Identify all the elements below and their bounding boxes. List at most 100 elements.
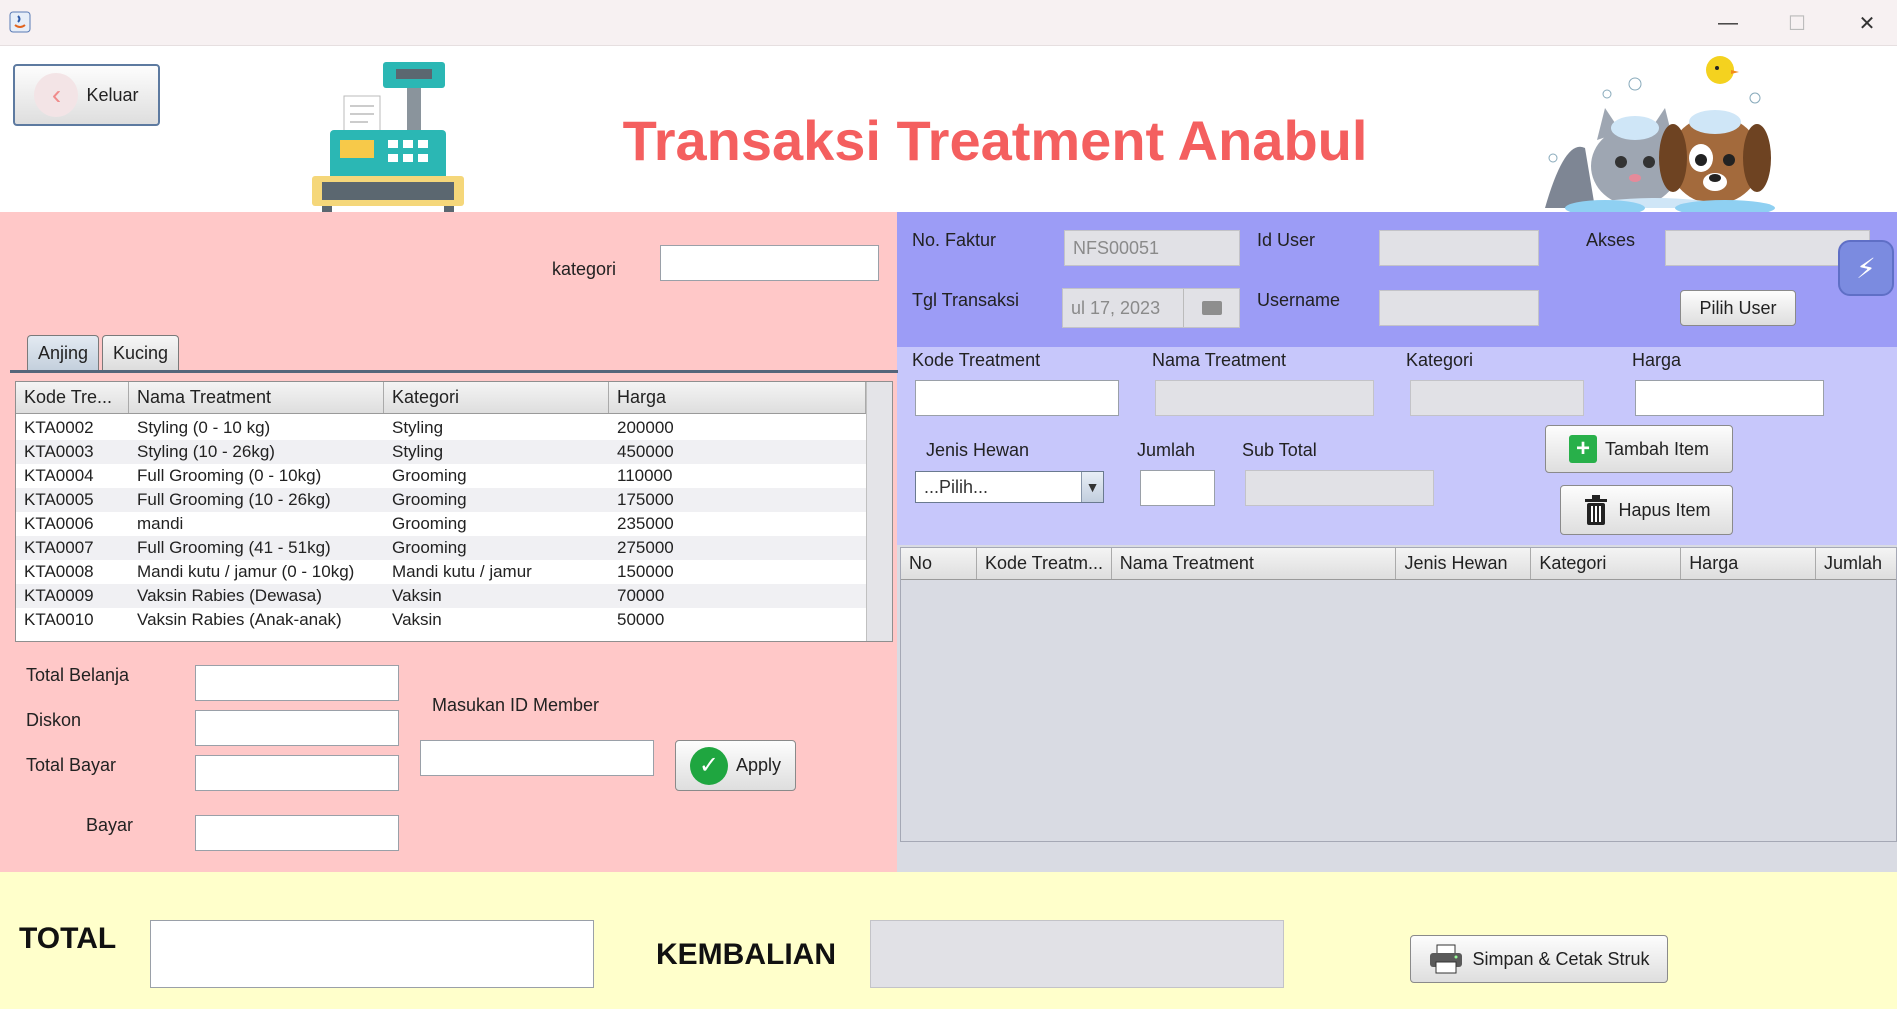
table-cell: 70000 bbox=[617, 586, 665, 605]
keluar-label: Keluar bbox=[86, 84, 139, 105]
page-title: Transaksi Treatment Anabul bbox=[622, 109, 1368, 172]
table-cell: KTA0006 bbox=[24, 514, 94, 533]
username-field[interactable] bbox=[1379, 290, 1539, 326]
id-user-field[interactable] bbox=[1379, 230, 1539, 266]
simpan-cetak-button[interactable]: Simpan & Cetak Struk bbox=[1410, 935, 1668, 983]
cart-table[interactable]: No Kode Treatm... Nama Treatment Jenis H… bbox=[900, 547, 1897, 842]
kembalian-field[interactable] bbox=[870, 920, 1284, 988]
table-cell: Grooming bbox=[392, 490, 467, 509]
maximize-button[interactable]: ☐ bbox=[1762, 0, 1832, 46]
harga-field[interactable] bbox=[1635, 380, 1824, 416]
tgl-transaksi-field[interactable]: ul 17, 2023 bbox=[1062, 288, 1240, 328]
keluar-button[interactable]: ‹ Keluar bbox=[13, 64, 160, 126]
table-cell: KTA0007 bbox=[24, 538, 94, 557]
calendar-icon[interactable] bbox=[1183, 289, 1239, 327]
subtotal-field[interactable] bbox=[1245, 470, 1434, 506]
member-id-field[interactable] bbox=[420, 740, 654, 776]
checkmark-icon: ✓ bbox=[689, 746, 728, 785]
cash-register-icon bbox=[308, 60, 468, 214]
total-belanja-label: Total Belanja bbox=[26, 665, 130, 685]
table-cell: KTA0008 bbox=[24, 562, 94, 581]
trash-icon bbox=[1582, 494, 1610, 526]
total-label: TOTAL bbox=[19, 922, 117, 955]
table-cell: 175000 bbox=[617, 490, 674, 509]
jumlah-field[interactable] bbox=[1140, 470, 1215, 506]
cat-dog-bath-icon bbox=[1525, 48, 1795, 216]
window-titlebar: — ☐ ✕ bbox=[0, 0, 1897, 46]
table-cell: Styling bbox=[392, 418, 444, 437]
table-cell: 50000 bbox=[617, 610, 665, 629]
cart-column-kategori[interactable]: Kategori bbox=[1531, 548, 1682, 579]
lightning-icon[interactable]: ⚡ bbox=[1838, 240, 1894, 296]
table-cell: Vaksin Rabies (Dewasa) bbox=[137, 586, 322, 605]
table-row[interactable]: KTA0008 Mandi kutu / jamur (0 - 10kg) Mand… bbox=[16, 560, 866, 584]
table-row[interactable]: KTA0007 Full Grooming (41 - 51kg) Grooming… bbox=[16, 536, 866, 560]
cart-column-jenis-hewan[interactable]: Jenis Hewan bbox=[1396, 548, 1532, 579]
apply-label: Apply bbox=[735, 755, 782, 775]
table-row[interactable]: KTA0004 Full Grooming (0 - 10kg) Grooming 1… bbox=[16, 464, 866, 488]
subtotal-label: Sub Total bbox=[1242, 440, 1317, 460]
cart-column-jumlah[interactable]: Jumlah bbox=[1816, 548, 1896, 579]
hapus-item-button[interactable]: Hapus Item bbox=[1560, 485, 1733, 535]
kategori-entry-field[interactable] bbox=[1410, 380, 1584, 416]
pilih-user-button[interactable]: Pilih User bbox=[1680, 290, 1796, 326]
column-header-kode[interactable]: Kode Tre... bbox=[16, 382, 129, 413]
table-cell: KTA0002 bbox=[24, 418, 94, 437]
cart-column-no[interactable]: No bbox=[901, 548, 977, 579]
total-field[interactable] bbox=[150, 920, 594, 988]
no-faktur-label: No. Faktur bbox=[912, 230, 997, 250]
total-bayar-field[interactable] bbox=[195, 755, 399, 791]
table-row[interactable]: KTA0003 Styling (10 - 26kg) Styling 450000 bbox=[16, 440, 866, 464]
table-cell: mandi bbox=[137, 514, 184, 533]
diskon-field[interactable] bbox=[195, 710, 399, 746]
table-row[interactable]: KTA0009 Vaksin Rabies (Dewasa) Vaksin 70000 bbox=[16, 584, 866, 608]
minimize-button[interactable]: — bbox=[1693, 0, 1763, 46]
tambah-item-button[interactable]: + Tambah Item bbox=[1545, 425, 1733, 473]
bayar-field[interactable] bbox=[195, 815, 399, 851]
table-cell: Grooming bbox=[392, 466, 467, 485]
table-row[interactable]: KTA0010 Vaksin Rabies (Anak-anak) Vaksin 50… bbox=[16, 608, 866, 632]
nama-treatment-field[interactable] bbox=[1155, 380, 1374, 416]
close-button[interactable]: ✕ bbox=[1832, 0, 1897, 46]
table-cell: Full Grooming (0 - 10kg) bbox=[137, 466, 322, 485]
table-cell: Vaksin bbox=[392, 586, 442, 605]
tambah-item-label: Tambah Item bbox=[1604, 438, 1710, 459]
total-bayar-label: Total Bayar bbox=[26, 755, 117, 775]
cart-column-nama[interactable]: Nama Treatment bbox=[1112, 548, 1397, 579]
tab-anjing[interactable]: Anjing bbox=[27, 335, 100, 371]
table-cell: Full Grooming (41 - 51kg) bbox=[137, 538, 331, 557]
table-cell: Styling bbox=[392, 442, 444, 461]
table-row[interactable]: KTA0006 mandi Grooming 235000 bbox=[16, 512, 866, 536]
plus-icon: + bbox=[1568, 435, 1597, 463]
kategori-field[interactable] bbox=[660, 245, 879, 281]
no-faktur-field[interactable]: NFS00051 bbox=[1064, 230, 1240, 266]
table-row[interactable]: KTA0002 Styling (0 - 10 kg) Styling 200000 bbox=[16, 416, 866, 440]
column-header-nama[interactable]: Nama Treatment bbox=[129, 382, 384, 413]
diskon-label: Diskon bbox=[26, 710, 82, 730]
table-row[interactable]: KTA0005 Full Grooming (10 - 26kg) Grooming… bbox=[16, 488, 866, 512]
cart-column-kode[interactable]: Kode Treatm... bbox=[977, 548, 1112, 579]
bayar-label: Bayar bbox=[86, 815, 134, 835]
table-cell: Vaksin Rabies (Anak-anak) bbox=[137, 610, 342, 629]
column-header-kategori[interactable]: Kategori bbox=[384, 382, 609, 413]
cart-column-harga[interactable]: Harga bbox=[1681, 548, 1817, 579]
column-header-harga[interactable]: Harga bbox=[609, 382, 866, 413]
table-cell: Styling (0 - 10 kg) bbox=[137, 418, 271, 437]
apply-button[interactable]: ✓ Apply bbox=[675, 740, 796, 791]
treatment-table[interactable]: Kode Tre... Nama Treatment Kategori Harg… bbox=[15, 381, 893, 642]
total-belanja-field[interactable] bbox=[195, 665, 399, 701]
jenis-hewan-select[interactable]: ...Pilih... ▼ bbox=[915, 471, 1104, 503]
kode-treatment-field[interactable] bbox=[915, 380, 1119, 416]
chevron-down-icon: ▼ bbox=[1081, 472, 1103, 502]
table-cell: KTA0009 bbox=[24, 586, 94, 605]
jenis-hewan-value: ...Pilih... bbox=[924, 476, 989, 497]
tab-kucing[interactable]: Kucing bbox=[102, 335, 180, 371]
printer-icon bbox=[1428, 944, 1464, 974]
java-app-icon bbox=[8, 10, 32, 34]
table-cell: 235000 bbox=[617, 514, 674, 533]
tab-strip-line bbox=[10, 370, 898, 373]
kategori-label: kategori bbox=[552, 259, 617, 279]
table-cell: 450000 bbox=[617, 442, 674, 461]
table-scrollbar[interactable] bbox=[866, 382, 892, 641]
cart-table-header: No Kode Treatm... Nama Treatment Jenis H… bbox=[901, 548, 1896, 580]
